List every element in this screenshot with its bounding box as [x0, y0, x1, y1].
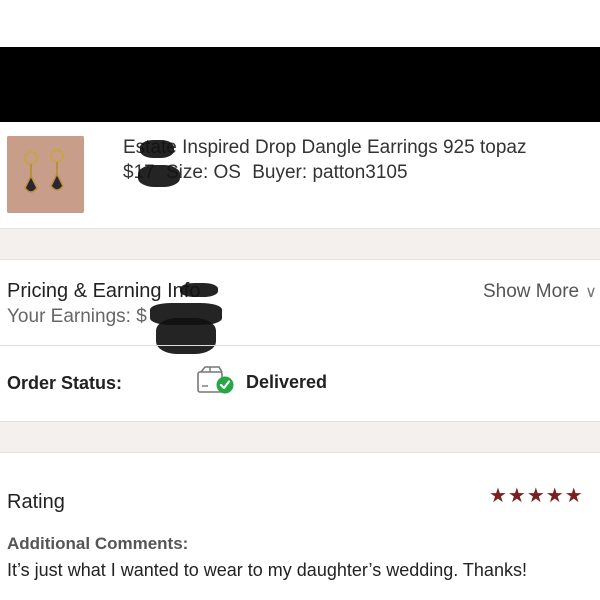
product-title[interactable]: Estate Inspired Drop Dangle Earrings 925…: [123, 137, 526, 159]
pricing-title: Pricing & Earning Info: [7, 280, 201, 302]
rating-title: Rating: [7, 491, 65, 513]
package-delivered-icon: [197, 366, 235, 396]
chevron-down-icon: ∨: [585, 284, 597, 301]
product-thumbnail[interactable]: [7, 136, 84, 213]
star-rating: ★★★★★: [489, 485, 584, 507]
redaction-mark: [140, 140, 174, 158]
your-earnings: Your Earnings: $: [7, 306, 147, 327]
redaction-mark: [156, 318, 216, 354]
additional-comments-text: It’s just what I wanted to wear to my da…: [7, 560, 527, 580]
show-more-link[interactable]: Show More ∨: [483, 281, 597, 303]
earrings-icon: [7, 136, 84, 213]
product-buyer[interactable]: Buyer: patton3105: [252, 162, 407, 183]
order-status-value: Delivered: [246, 372, 328, 392]
divider: [0, 345, 600, 346]
additional-comments-label: Additional Comments:: [7, 534, 189, 553]
show-more-label: Show More: [483, 281, 580, 302]
redacted-header-bar: [0, 47, 600, 122]
redaction-mark: [138, 165, 180, 187]
redaction-mark: [180, 283, 218, 297]
order-status-label: Order Status:: [7, 373, 123, 393]
section-separator: [0, 228, 600, 260]
section-separator: [0, 421, 600, 453]
